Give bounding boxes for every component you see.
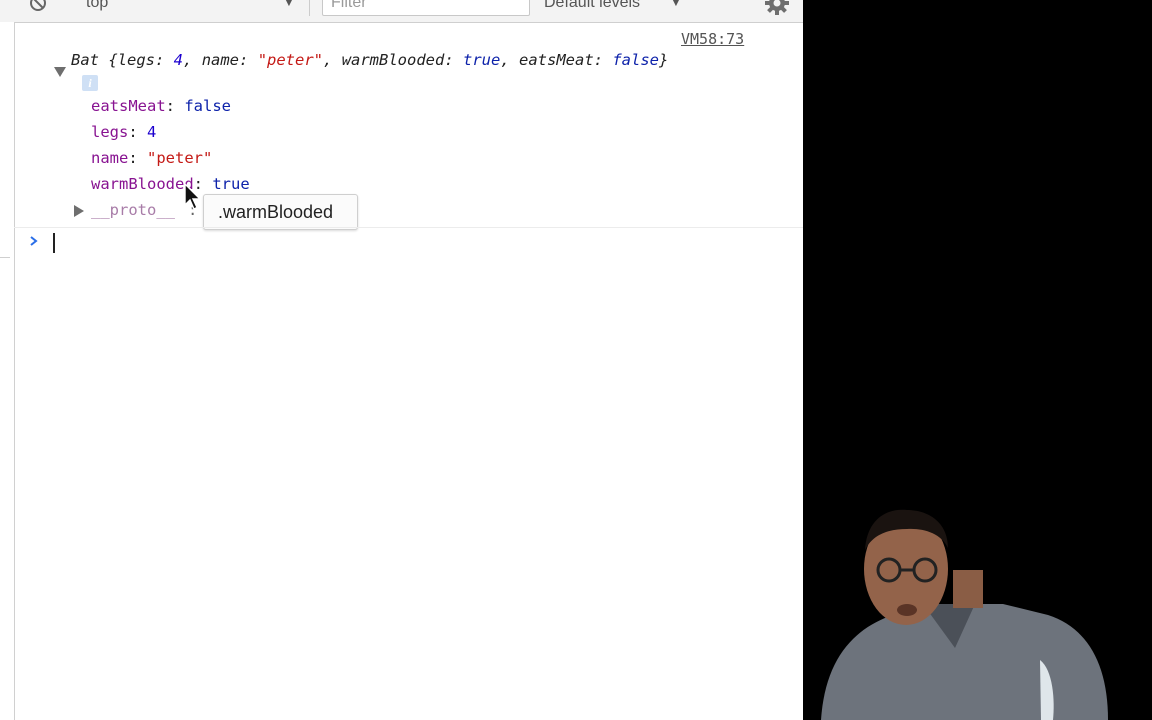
preview-key: warmBlooded bbox=[341, 51, 445, 69]
property-value: false bbox=[184, 97, 231, 115]
console-sidebar-gutter bbox=[0, 22, 15, 720]
toolbar-divider bbox=[309, 0, 310, 16]
property-value: 4 bbox=[147, 123, 157, 141]
preview-key: name bbox=[201, 51, 240, 69]
block-icon[interactable] bbox=[29, 0, 47, 12]
preview-key: eatsMeat bbox=[519, 51, 594, 69]
chevron-right-icon bbox=[30, 236, 38, 246]
property-row[interactable]: warmBlooded: true bbox=[91, 175, 250, 193]
triangle-right-icon[interactable] bbox=[73, 205, 85, 217]
console-divider bbox=[14, 227, 803, 228]
proto-row[interactable]: __proto__ : bbox=[73, 201, 197, 291]
proto-label: __proto__ bbox=[91, 201, 175, 219]
property-row[interactable]: eatsMeat: false bbox=[91, 97, 231, 115]
triangle-down-icon[interactable] bbox=[53, 66, 67, 78]
brace: { bbox=[99, 51, 118, 69]
property-path-tooltip: .warmBlooded bbox=[203, 194, 358, 230]
chevron-down-icon[interactable]: ▼ bbox=[283, 0, 295, 9]
property-key: warmBlooded bbox=[91, 175, 194, 193]
class-name: Bat bbox=[71, 51, 99, 69]
gear-icon[interactable] bbox=[764, 0, 790, 16]
property-row[interactable]: name: "peter" bbox=[91, 149, 212, 167]
property-value: "peter" bbox=[147, 149, 213, 167]
preview-value: "peter" bbox=[257, 51, 324, 69]
source-link[interactable]: VM58:73 bbox=[681, 30, 744, 48]
property-row[interactable]: legs: 4 bbox=[91, 123, 156, 141]
filter-field[interactable] bbox=[322, 0, 530, 16]
preview-value: 4 bbox=[173, 51, 184, 69]
property-key: name bbox=[91, 149, 129, 167]
devtools-console-panel: top ▼ Default levels ▼ VM58:73 bbox=[0, 0, 803, 720]
property-value: true bbox=[212, 175, 250, 193]
filter-input[interactable] bbox=[331, 0, 521, 12]
log-levels-dropdown[interactable]: Default levels bbox=[544, 0, 640, 12]
console-toolbar: top ▼ Default levels ▼ bbox=[0, 0, 803, 23]
property-key: legs bbox=[91, 123, 129, 141]
preview-value: true bbox=[463, 51, 501, 69]
mouse-pointer-icon bbox=[184, 183, 202, 210]
presenter-video bbox=[821, 509, 1108, 720]
object-preview[interactable]: Bat {legs: 4, name: "peter", warmBlooded… bbox=[71, 51, 668, 69]
context-selector[interactable]: top bbox=[86, 0, 108, 12]
property-key: eatsMeat bbox=[91, 97, 166, 115]
info-icon[interactable]: i bbox=[82, 75, 98, 91]
console-prompt-input[interactable] bbox=[53, 233, 55, 253]
preview-key: legs bbox=[117, 51, 155, 69]
chevron-down-icon[interactable]: ▼ bbox=[670, 0, 682, 9]
preview-value: false bbox=[612, 51, 660, 69]
